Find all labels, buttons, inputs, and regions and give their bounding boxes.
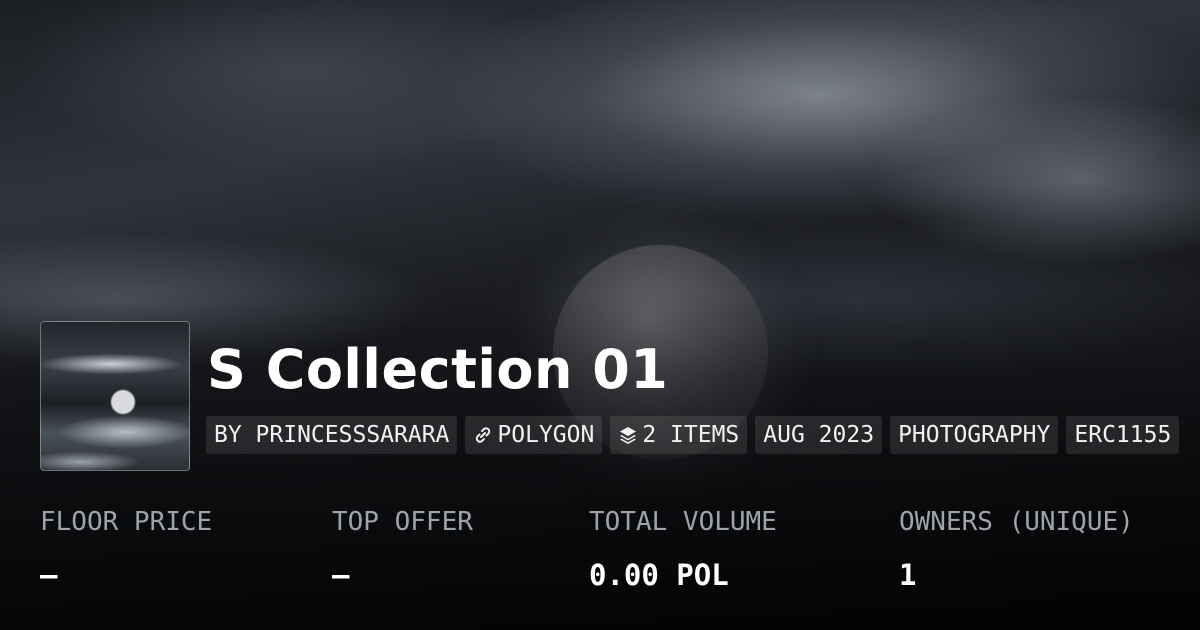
collection-title: S Collection 01 xyxy=(207,338,669,401)
collection-preview-card: S Collection 01 BY PRINCESSSARARA POLYGO… xyxy=(0,0,1200,630)
items-tag: 2 ITEMS xyxy=(610,416,748,454)
top-offer-stat: TOP OFFER – xyxy=(332,505,473,593)
creator-tag[interactable]: BY PRINCESSSARARA xyxy=(206,416,458,454)
collection-thumbnail xyxy=(40,321,190,471)
floor-price-value: – xyxy=(40,558,58,592)
total-volume-label: TOTAL VOLUME xyxy=(589,507,777,537)
link-icon xyxy=(476,427,491,443)
floor-price-stat: FLOOR PRICE – xyxy=(40,505,212,593)
standard-tag: ERC1155 xyxy=(1066,416,1180,454)
category-tag-label: PHOTOGRAPHY xyxy=(898,422,1051,448)
owners-label: OWNERS (UNIQUE) xyxy=(899,507,1134,537)
date-tag-label: AUG 2023 xyxy=(763,422,875,448)
date-tag: AUG 2023 xyxy=(755,416,883,454)
total-volume-value: 0.00 POL xyxy=(589,558,729,592)
owners-value: 1 xyxy=(899,558,917,592)
floor-price-label: FLOOR PRICE xyxy=(40,507,213,537)
total-volume-stat: TOTAL VOLUME 0.00 POL xyxy=(589,505,777,593)
owners-stat: OWNERS (UNIQUE) 1 xyxy=(899,505,1134,593)
creator-tag-label: BY PRINCESSSARARA xyxy=(214,422,450,448)
collection-tags: BY PRINCESSSARARA POLYGON 2 ITEMS AUG 20… xyxy=(206,416,1180,454)
layers-icon xyxy=(620,427,637,444)
category-tag: PHOTOGRAPHY xyxy=(890,416,1059,454)
items-tag-label: 2 ITEMS xyxy=(642,422,740,448)
top-offer-label: TOP OFFER xyxy=(332,507,473,537)
top-offer-value: – xyxy=(332,558,350,592)
chain-tag-label: POLYGON xyxy=(497,422,595,448)
chain-tag: POLYGON xyxy=(465,416,603,454)
standard-tag-label: ERC1155 xyxy=(1074,422,1172,448)
